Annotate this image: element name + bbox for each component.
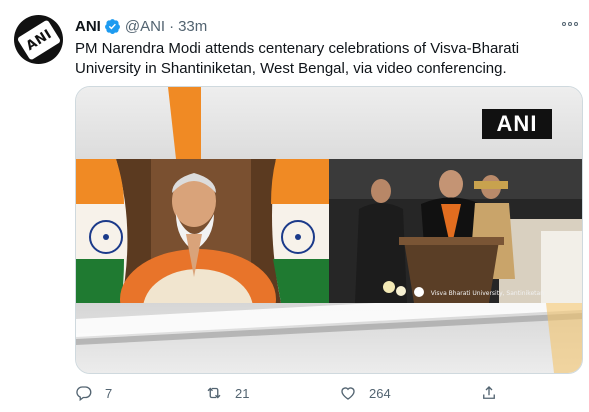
like-icon bbox=[341, 387, 355, 400]
retweet-count: 21 bbox=[235, 385, 250, 401]
reply-button[interactable]: 7 bbox=[75, 384, 112, 402]
retweet-button[interactable]: 21 bbox=[205, 384, 249, 402]
avatar-logo: ANI bbox=[16, 18, 61, 61]
avatar[interactable]: ANI bbox=[14, 15, 63, 64]
share-icon bbox=[483, 386, 495, 399]
more-icon[interactable] bbox=[559, 16, 581, 32]
verified-badge-icon bbox=[104, 18, 120, 34]
separator-dot: · bbox=[169, 17, 175, 35]
reply-icon bbox=[76, 386, 92, 402]
author-handle[interactable]: @ANI bbox=[125, 18, 165, 35]
like-count: 264 bbox=[369, 385, 391, 401]
video-panel-left bbox=[76, 159, 329, 303]
share-button[interactable] bbox=[480, 384, 498, 402]
tweet[interactable]: ANI ANI @ANI · 33m PM Narendra Modi atte… bbox=[0, 0, 589, 412]
tweet-actions: 7 21 264 bbox=[75, 384, 515, 404]
video-panel-right: Visva Bharati University, Santiniketan bbox=[329, 159, 582, 303]
author-name[interactable]: ANI bbox=[75, 18, 101, 35]
stage-video-scene bbox=[329, 159, 582, 303]
video-caption: Visva Bharati University, Santiniketan bbox=[430, 290, 544, 297]
retweet-icon bbox=[207, 387, 221, 399]
pm-video-scene bbox=[76, 159, 329, 303]
like-button[interactable]: 264 bbox=[339, 384, 391, 402]
tweet-text: PM Narendra Modi attends centenary celeb… bbox=[75, 40, 520, 77]
reply-count: 7 bbox=[105, 385, 113, 401]
tweet-media[interactable]: ANI Visva Bharati University, Santiniket… bbox=[75, 86, 583, 374]
tweet-header: ANI @ANI · 33m bbox=[75, 16, 207, 36]
ani-logo: ANI bbox=[482, 109, 552, 139]
tweet-timestamp[interactable]: 33m bbox=[178, 18, 207, 35]
